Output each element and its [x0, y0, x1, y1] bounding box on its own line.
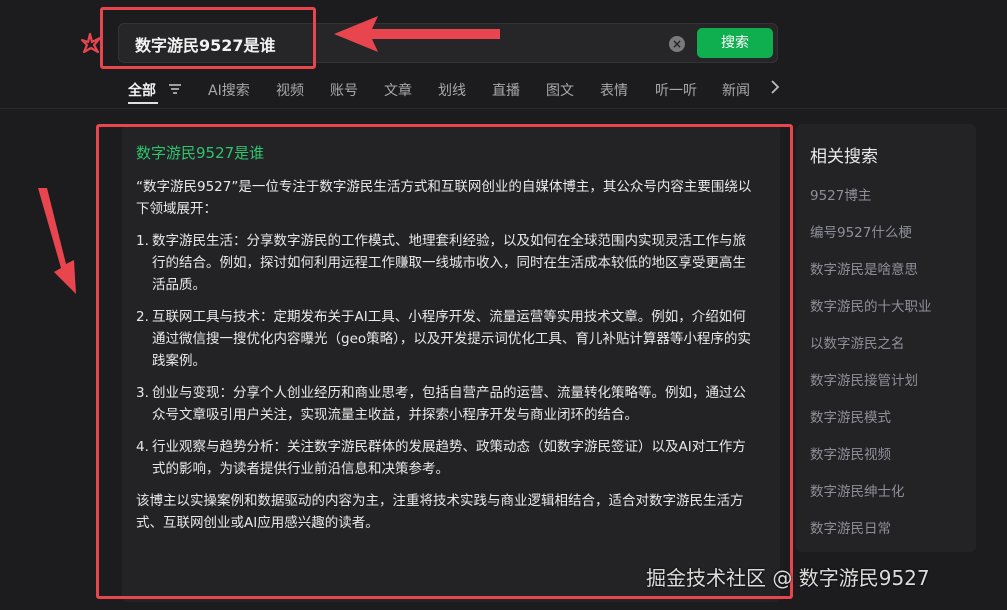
header-divider	[0, 108, 1007, 109]
search-button[interactable]: 搜索	[697, 28, 773, 58]
tab-highlight[interactable]: 划线	[438, 80, 466, 100]
related-search-link[interactable]: 以数字游民之名	[810, 332, 905, 352]
tab-news[interactable]: 新闻	[722, 80, 750, 100]
search-tabs: 全部 AI搜索 视频 账号 文章 划线 直播 图文 表情 听一听 新闻	[128, 78, 788, 104]
tab-account[interactable]: 账号	[330, 80, 358, 100]
related-search-link[interactable]: 数字游民模式	[810, 406, 891, 426]
tab-image-text[interactable]: 图文	[546, 80, 574, 100]
watermark: 掘金技术社区 @ 数字游民9527	[646, 566, 930, 590]
filter-icon[interactable]	[168, 82, 182, 96]
tab-ai-search[interactable]: AI搜索	[208, 80, 250, 100]
tab-live[interactable]: 直播	[492, 80, 520, 100]
related-search-link[interactable]: 数字游民绅士化	[810, 480, 905, 500]
related-search-link[interactable]: 数字游民视频	[810, 443, 891, 463]
related-search-link[interactable]: 数字游民是啥意思	[810, 258, 918, 278]
chevron-right-icon[interactable]	[768, 78, 782, 96]
related-search-link[interactable]: 9527博主	[810, 184, 871, 204]
tab-listen[interactable]: 听一听	[655, 80, 697, 100]
tab-video[interactable]: 视频	[276, 80, 304, 100]
arrow-left-icon	[334, 16, 500, 52]
related-searches-panel: 相关搜索 9527博主 编号9527什么梗 数字游民是啥意思 数字游民的十大职业…	[796, 124, 976, 552]
arrow-down-icon	[38, 188, 76, 294]
related-search-link[interactable]: 编号9527什么梗	[810, 221, 912, 241]
clear-icon[interactable]: ×	[669, 36, 685, 52]
related-search-link[interactable]: 数字游民的十大职业	[810, 295, 932, 315]
tab-emoji[interactable]: 表情	[600, 80, 628, 100]
search-highlight-box	[100, 7, 316, 69]
tab-article[interactable]: 文章	[384, 80, 412, 100]
answer-highlight-box	[96, 124, 793, 599]
related-search-link[interactable]: 数字游民接管计划	[810, 369, 918, 389]
related-searches-title: 相关搜索	[810, 147, 878, 167]
related-search-link[interactable]: 数字游民日常	[810, 517, 891, 537]
tab-all[interactable]: 全部	[128, 80, 156, 100]
active-tab-indicator	[128, 102, 158, 104]
